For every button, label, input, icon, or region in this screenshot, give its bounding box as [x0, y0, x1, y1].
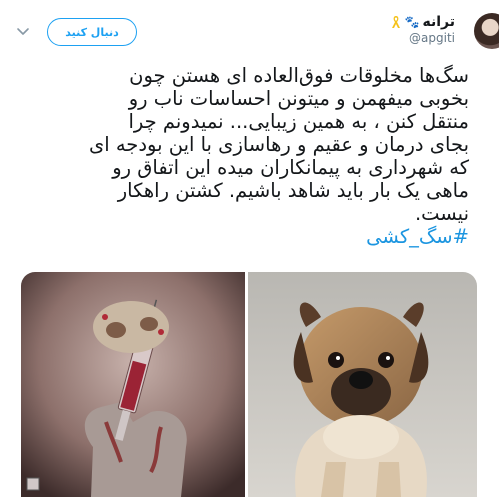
- tweet-media[interactable]: [21, 272, 477, 497]
- illustration-syringe-dog-hand[interactable]: [21, 272, 245, 497]
- yellow-ribbon-icon: [391, 16, 400, 28]
- tweet-line: که شهرداری به پیمانکاران میده این اتفاق …: [112, 156, 469, 179]
- follow-button[interactable]: دنبال کنید: [47, 18, 137, 46]
- paw-prints-icon: 🐾: [404, 15, 420, 29]
- tweet-line: سگ‌ها مخلوقات فوق‌العاده ای هستن چون: [129, 64, 469, 87]
- avatar[interactable]: [474, 13, 499, 49]
- user-handle: @apgiti: [409, 31, 455, 45]
- user-block: ترانه 🐾 @apgiti: [390, 14, 455, 45]
- tweet-line: منتقل کنن ، به همین زیبایی... نمیدونم چر…: [128, 110, 469, 133]
- tweet-line: بجای درمان و عقیم و رهاسازی با این بودجه…: [88, 133, 469, 156]
- chevron-down-icon[interactable]: [16, 24, 30, 38]
- photo-puppy[interactable]: [248, 272, 477, 497]
- display-name-row[interactable]: ترانه 🐾: [390, 14, 455, 30]
- tweet-line: نیست.: [414, 202, 469, 225]
- hashtag-link[interactable]: #سگ_کشی: [40, 225, 469, 248]
- tweet-text: سگ‌ها مخلوقات فوق‌العاده ای هستن چون بخو…: [40, 64, 469, 248]
- tweet-line: ماهی یک بار باید شاهد باشیم. کشتن راهکار: [117, 179, 469, 202]
- tweet-line: بخوبی میفهمن و میتونن احساسات ناب رو: [128, 87, 469, 110]
- display-name[interactable]: ترانه: [422, 14, 455, 30]
